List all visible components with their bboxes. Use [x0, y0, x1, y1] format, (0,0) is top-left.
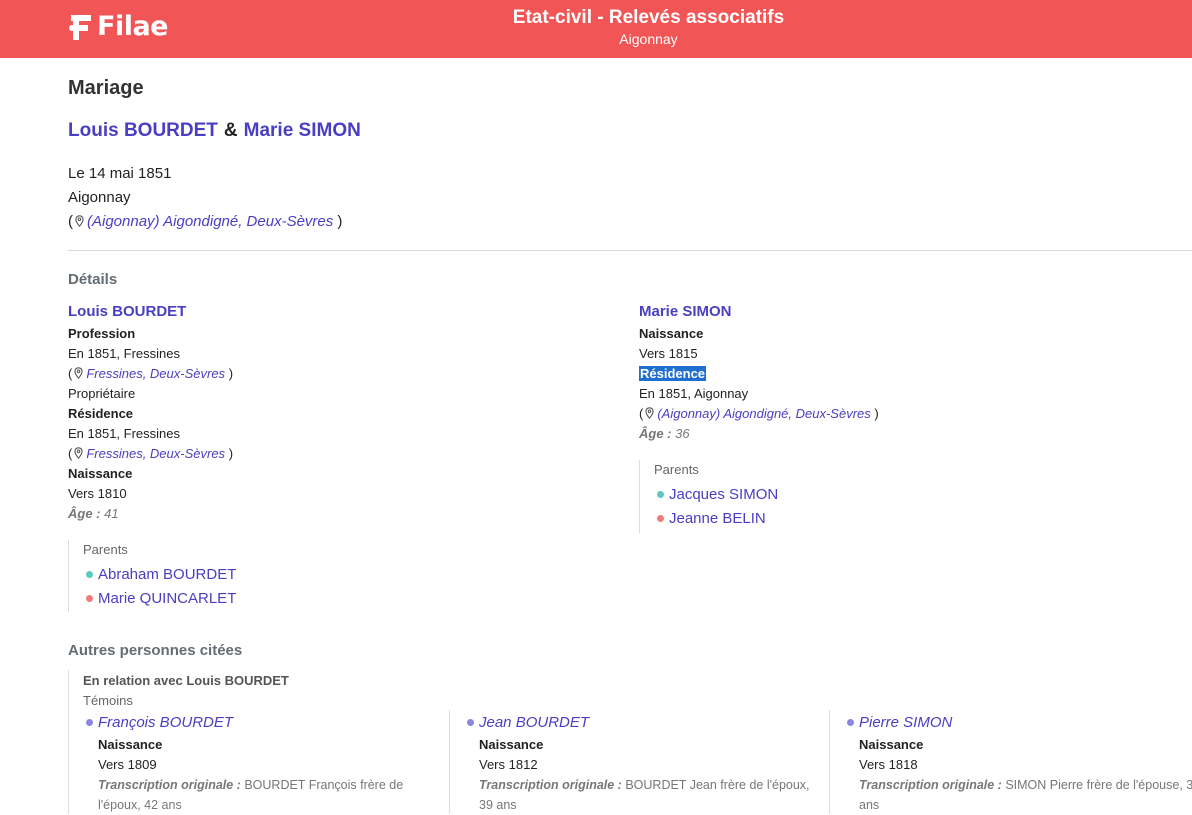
person1-profession-place-link[interactable]: Fressines, Deux-Sèvres [86, 366, 225, 381]
person1-residence-place: (Fressines, Deux-Sèvres ) [68, 446, 234, 461]
witness-birth-value: Vers 1818 [859, 757, 918, 772]
person2-residence-place: ((Aigonnay) Aigondigné, Deux-Sèvres ) [639, 406, 879, 421]
column-divider [449, 710, 450, 814]
witness-name[interactable]: Jean BOURDET [467, 714, 589, 731]
person2-birth-label: Naissance [639, 326, 704, 341]
mother-dot-icon [657, 515, 664, 522]
person1-age: Âge : 41 [68, 506, 119, 521]
witness-transcription: Transcription originale : BOURDET Jean f… [479, 778, 810, 812]
person1-residence-label: Résidence [68, 406, 134, 421]
father-dot-icon [86, 571, 93, 578]
event-place-detail: ((Aigonnay) Aigondigné, Deux-Sèvres ) [68, 213, 343, 230]
person1-profession-date: En 1851, Fressines [68, 346, 181, 361]
divider [68, 250, 1192, 251]
person2-residence-label: Résidence [639, 366, 707, 381]
person1-birth-value: Vers 1810 [68, 486, 127, 501]
witness-name[interactable]: François BOURDET [86, 714, 233, 731]
role-label: Témoins [83, 693, 133, 708]
spouse2-link[interactable]: Marie SIMON [244, 120, 361, 141]
person2-birth-value: Vers 1815 [639, 346, 698, 361]
page-title: Etat-civil - Relevés associatifs [512, 7, 785, 28]
couple-names: Louis BOURDET & Marie SIMON [68, 120, 361, 142]
witness-birth-label: Naissance [479, 737, 544, 752]
witness-transcription: Transcription originale : BOURDET Franço… [98, 778, 404, 812]
location-pin-icon [75, 215, 84, 227]
person1-profession-place: (Fressines, Deux-Sèvres ) [68, 366, 234, 381]
witness-name[interactable]: Pierre SIMON [847, 714, 952, 731]
event-place-link[interactable]: (Aigonnay) Aigondigné, Deux-Sèvres [87, 213, 333, 230]
witness-dot-icon [86, 719, 93, 726]
spouse1-link[interactable]: Louis BOURDET [68, 120, 218, 141]
person2-name-link[interactable]: Marie SIMON [639, 303, 732, 320]
mother-dot-icon [86, 595, 93, 602]
person1-mother[interactable]: Marie QUINCARLET [86, 590, 236, 607]
column-divider [829, 710, 830, 814]
witness-dot-icon [467, 719, 474, 726]
event-type-heading: Mariage [68, 77, 144, 99]
person1-residence-date: En 1851, Fressines [68, 426, 181, 441]
person1-father[interactable]: Abraham BOURDET [86, 566, 236, 583]
person1-parents-label: Parents [83, 542, 128, 557]
event-date: Le 14 mai 1851 [68, 165, 172, 182]
person1-birth-label: Naissance [68, 466, 133, 481]
person2-residence-place-link[interactable]: (Aigonnay) Aigondigné, Deux-Sèvres [657, 406, 870, 421]
location-pin-icon [645, 407, 654, 419]
parents-divider [639, 460, 640, 533]
details-heading: Détails [68, 271, 118, 288]
others-divider [68, 670, 69, 814]
person2-father[interactable]: Jacques SIMON [657, 486, 778, 503]
witness-birth-label: Naissance [859, 737, 924, 752]
witness-birth-value: Vers 1812 [479, 757, 538, 772]
witness-birth-value: Vers 1809 [98, 757, 157, 772]
page-subtitle: Aigonnay [619, 31, 678, 47]
others-heading: Autres personnes citées [68, 642, 243, 659]
father-dot-icon [657, 491, 664, 498]
person1-residence-place-link[interactable]: Fressines, Deux-Sèvres [86, 446, 225, 461]
person2-mother[interactable]: Jeanne BELIN [657, 510, 766, 527]
event-place: Aigonnay [68, 189, 131, 206]
person1-profession-value: Propriétaire [68, 386, 136, 401]
person1-name-link[interactable]: Louis BOURDET [68, 303, 186, 320]
relation-label: En relation avec Louis BOURDET [83, 673, 289, 688]
header-bar: Filae Etat-civil - Relevés associatifs A… [0, 0, 1192, 58]
person2-parents-label: Parents [654, 462, 699, 477]
person2-age: Âge : 36 [639, 426, 690, 441]
witness-dot-icon [847, 719, 854, 726]
header-title-block: Etat-civil - Relevés associatifs Aigonna… [0, 6, 1192, 48]
person2-residence-date: En 1851, Aigonnay [639, 386, 749, 401]
witness-transcription: Transcription originale : SIMON Pierre f… [859, 778, 1192, 812]
parents-divider [68, 540, 69, 612]
ampersand: & [223, 120, 238, 141]
location-pin-icon [74, 367, 83, 379]
person1-profession-label: Profession [68, 326, 136, 341]
witness-birth-label: Naissance [98, 737, 163, 752]
location-pin-icon [74, 447, 83, 459]
